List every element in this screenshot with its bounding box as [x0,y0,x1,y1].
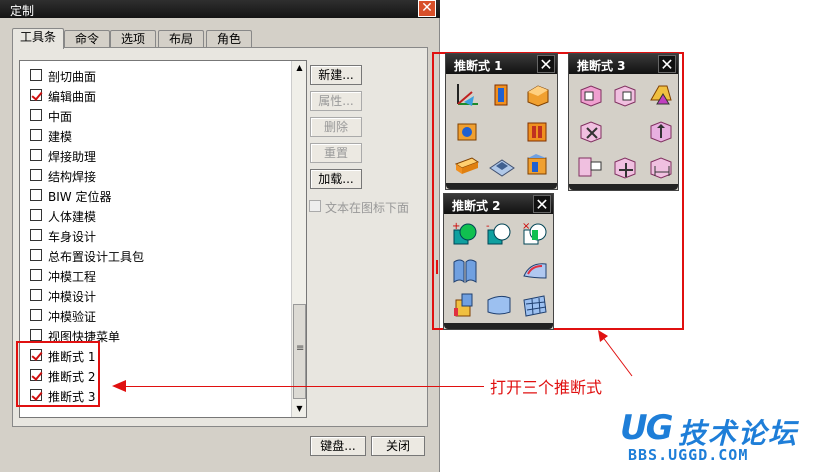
edge-blend-icon[interactable] [522,150,552,180]
list-item[interactable]: 建模 [20,125,292,145]
text-below-icon-checkbox[interactable] [309,200,321,212]
list-item[interactable]: 冲模工程 [20,265,292,285]
pocket-icon[interactable] [486,150,516,180]
list-item[interactable]: 中面 [20,105,292,125]
toolbar-footer [569,184,678,190]
list-item[interactable]: 冲模设计 [20,285,292,305]
extrude-icon[interactable] [486,80,516,110]
split-body-icon[interactable] [520,290,550,320]
toolbar-close-icon[interactable]: ✕ [658,55,676,73]
toolbar-infer-2[interactable]: 推断式 2 ✕ + - × [443,193,554,330]
load-button[interactable]: 加载... [310,169,362,189]
delete-button[interactable]: 删除 [310,117,362,137]
logo-url: BBS.UGGD.COM [628,446,749,464]
scroll-up-icon[interactable]: ▲ [294,63,305,74]
tab-layout[interactable]: 布局 [158,30,204,48]
hole-icon[interactable] [452,116,482,146]
checkbox[interactable] [30,209,42,221]
checkbox[interactable] [30,309,42,321]
checkbox[interactable] [30,229,42,241]
tab-commands[interactable]: 命令 [64,30,110,48]
toolbar-infer-2-header[interactable]: 推断式 2 ✕ [444,194,553,214]
toolbar-footer [444,323,553,329]
checkbox[interactable] [30,109,42,121]
block-icon[interactable] [522,80,552,110]
svg-text:-: - [486,221,490,232]
arrow-head-icon [112,380,126,392]
tab-options[interactable]: 选项 [110,30,156,48]
dialog-close-icon[interactable]: ✕ [418,0,436,17]
face-offset-icon[interactable] [609,80,639,110]
toolbar-infer-1[interactable]: 推断式 1 ✕ [445,53,558,190]
face-pattern-icon[interactable] [609,152,639,182]
face-draft-icon[interactable] [645,80,675,110]
checkbox[interactable] [30,249,42,261]
trim-body-icon[interactable] [450,290,480,320]
subtract-icon[interactable]: - [484,220,514,250]
arrow-line [120,386,484,387]
checkbox[interactable] [30,69,42,81]
logo-brand: UG [620,408,673,448]
face-dimension-icon[interactable] [645,152,675,182]
datum-csys-icon[interactable] [452,80,482,110]
toolbar-footer [446,183,557,189]
svg-text:+: + [452,221,460,232]
list-item[interactable]: 总布置设计工具包 [20,245,292,265]
toolbar-infer-3-header[interactable]: 推断式 3 ✕ [569,54,678,74]
checkbox[interactable] [30,289,42,301]
tab-toolbars[interactable]: 工具条 [12,28,64,49]
extend-sheet-icon[interactable] [484,290,514,320]
forum-logo: UG 技术论坛 BBS.UGGD.COM [620,408,810,468]
toolbar-infer-3[interactable]: 推断式 3 ✕ [568,53,679,191]
tab-roles[interactable]: 角色 [206,30,252,48]
list-item[interactable]: 人体建模 [20,205,292,225]
list-item[interactable]: 结构焊接 [20,165,292,185]
dialog-titlebar: 定制 ✕ [0,0,440,18]
toolbar-close-icon[interactable]: ✕ [533,195,551,213]
checkbox[interactable] [30,149,42,161]
annotation-text: 打开三个推断式 [490,378,603,397]
arrow-to-toolbars-icon [598,330,633,377]
face-move-icon[interactable] [575,80,605,110]
pad-icon[interactable] [452,150,482,180]
toolbar-infer-1-header[interactable]: 推断式 1 ✕ [446,54,557,74]
checkbox[interactable] [30,89,42,101]
list-scrollbar[interactable]: ▲ ▼ [291,61,306,417]
face-replace-icon[interactable] [575,152,605,182]
patch-icon[interactable] [520,256,550,286]
list-item[interactable]: 焊接助理 [20,145,292,165]
checkbox[interactable] [30,129,42,141]
checkbox[interactable] [30,329,42,341]
list-item[interactable]: 编辑曲面 [20,85,292,105]
list-item[interactable]: 车身设计 [20,225,292,245]
new-button[interactable]: 新建... [310,65,362,85]
checkbox[interactable] [30,189,42,201]
checkbox[interactable] [30,269,42,281]
boss-icon[interactable] [522,116,552,146]
svg-text:×: × [522,221,530,232]
sew-icon[interactable] [450,256,480,286]
face-resize-icon[interactable] [645,116,675,146]
face-delete-icon[interactable] [575,116,605,146]
properties-button[interactable]: 属性... [310,91,362,111]
checkbox[interactable] [30,169,42,181]
list-item[interactable]: BIW 定位器 [20,185,292,205]
dialog-title: 定制 [10,4,35,18]
scroll-down-icon[interactable]: ▼ [294,404,305,415]
tick-mark-icon [436,260,438,274]
unite-icon[interactable]: + [450,220,480,250]
close-button[interactable]: 关闭 [371,436,425,456]
list-item[interactable]: 剖切曲面 [20,65,292,85]
list-item[interactable]: 冲模验证 [20,305,292,325]
scroll-thumb[interactable] [293,304,306,399]
highlight-box-list [16,341,100,407]
intersect-icon[interactable]: × [520,220,550,250]
keyboard-button[interactable]: 键盘... [310,436,366,456]
toolbar-close-icon[interactable]: ✕ [537,55,555,73]
reset-button[interactable]: 重置 [310,143,362,163]
